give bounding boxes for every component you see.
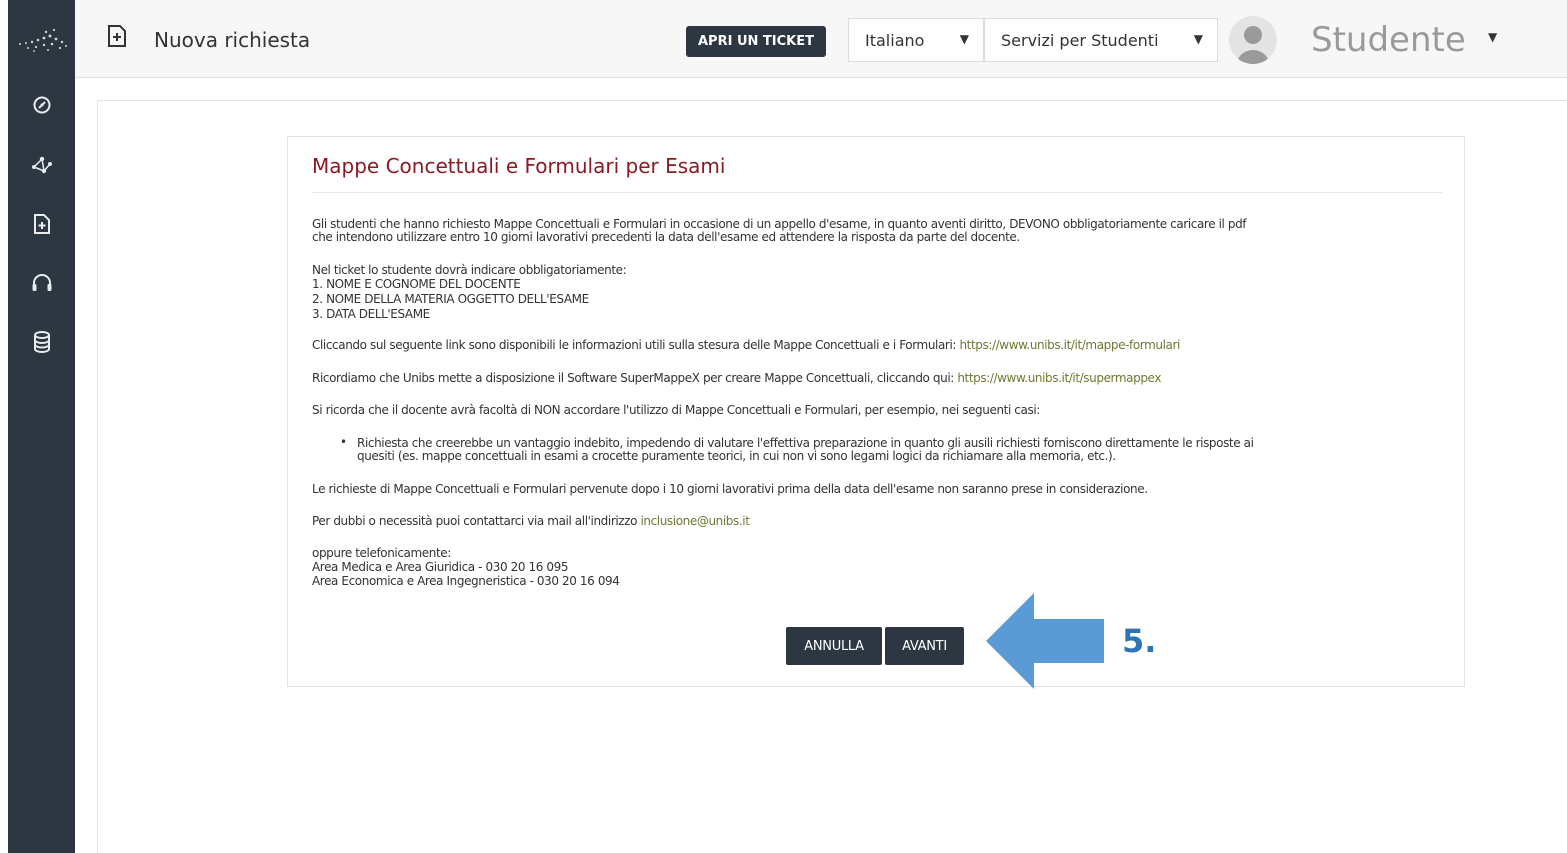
user-name[interactable]: Studente [1311, 20, 1466, 60]
bullet-line2: quesiti (es. mappe concettuali in esami … [357, 449, 1116, 463]
pointer-arrow-icon [984, 591, 1106, 691]
database-icon[interactable] [30, 330, 54, 354]
contact-email-link[interactable]: inclusione@unibs.it [640, 514, 749, 528]
language-select-value: Italiano [865, 30, 925, 50]
contact-text-label: Per dubbi o necessità puoi contattarci v… [312, 514, 641, 528]
intro-text-line2: che intendono utilizzare entro 10 giorni… [312, 230, 1020, 244]
open-ticket-button[interactable]: APRI UN TICKET [686, 26, 826, 57]
late-text: Le richieste di Mappe Concettuali e Form… [312, 482, 1148, 496]
service-select[interactable]: Servizi per Studenti ▼ [984, 18, 1218, 62]
step-number: 5. [1122, 622, 1157, 660]
service-select-value: Servizi per Studenti [1001, 30, 1159, 50]
contact-text: Per dubbi o necessità puoi contattarci v… [312, 514, 750, 529]
ticket-item-2: 2. NOME DELLA MATERIA OGGETTO DELL'ESAME [312, 292, 589, 306]
language-select[interactable]: Italiano ▼ [848, 18, 984, 62]
divider [312, 192, 1442, 193]
logo[interactable] [8, 0, 75, 78]
support-icon[interactable] [30, 272, 54, 296]
network-icon[interactable] [30, 153, 54, 177]
phone-line-2: Area Economica e Area Ingegneristica - 0… [312, 574, 620, 588]
ticket-item-1: 1. NOME E COGNOME DEL DOCENTE [312, 277, 521, 291]
user-menu-caret-icon[interactable]: ▼ [1488, 30, 1497, 44]
dashboard-icon[interactable] [30, 93, 54, 117]
sidebar [8, 0, 75, 853]
info-panel: Mappe Concettuali e Formulari per Esami … [287, 136, 1465, 687]
phone-heading: oppure telefonicamente: [312, 546, 451, 560]
software-text: Ricordiamo che Unibs mette a disposizion… [312, 371, 1161, 386]
info-text-label: Cliccando sul seguente link sono disponi… [312, 338, 960, 352]
chevron-down-icon: ▼ [1193, 32, 1203, 46]
software-text-label: Ricordiamo che Unibs mette a disposizion… [312, 371, 958, 385]
avatar[interactable] [1229, 16, 1277, 64]
next-button[interactable]: AVANTI [885, 627, 964, 665]
chevron-down-icon: ▼ [959, 32, 969, 46]
page-title: Nuova richiesta [154, 28, 311, 52]
phone-line-1: Area Medica e Area Giuridica - 030 20 16… [312, 560, 569, 574]
ticket-item-3: 3. DATA DELL'ESAME [312, 307, 430, 321]
ticket-heading: Nel ticket lo studente dovrà indicare ob… [312, 263, 627, 277]
cancel-button[interactable]: ANNULLA [786, 627, 882, 665]
info-text: Cliccando sul seguente link sono disponi… [312, 338, 1180, 353]
info-link[interactable]: https://www.unibs.it/it/mappe-formulari [959, 338, 1180, 352]
software-link[interactable]: https://www.unibs.it/it/supermappex [957, 371, 1161, 385]
new-request-icon [107, 25, 127, 47]
new-request-icon[interactable] [30, 212, 54, 236]
top-bar: Nuova richiesta APRI UN TICKET Italiano … [75, 0, 1567, 78]
note-text: Si ricorda che il docente avrà facoltà d… [312, 403, 1040, 417]
panel-title: Mappe Concettuali e Formulari per Esami [312, 154, 726, 178]
bullet-dot: • [340, 435, 348, 449]
